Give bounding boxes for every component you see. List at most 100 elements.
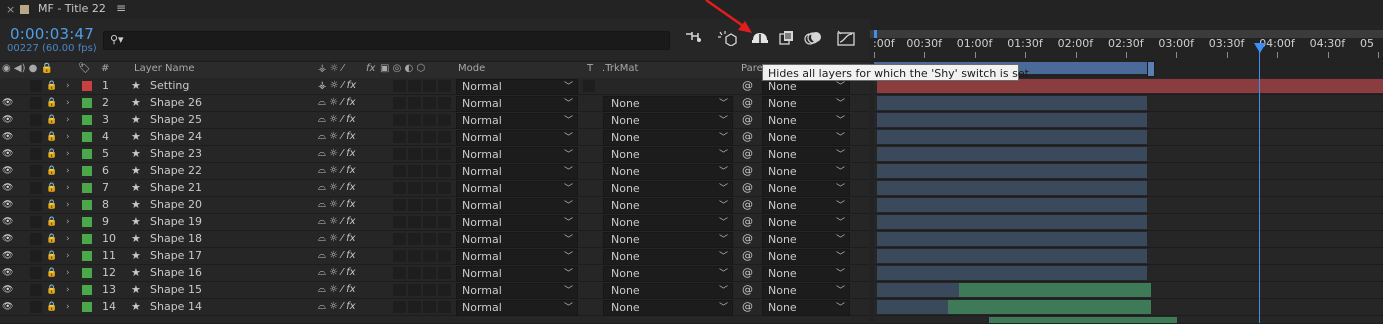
blend-mode-dropdown[interactable]: Normal ﹀ <box>456 232 578 248</box>
extra-switch[interactable] <box>438 97 451 109</box>
track-matte-dropdown[interactable]: None ﹀ <box>603 198 733 214</box>
adjustment-layer-switch[interactable] <box>408 165 421 177</box>
layer-label-color[interactable] <box>82 183 92 193</box>
layer-name-header[interactable]: Layer Name <box>134 63 195 74</box>
label-header-icon[interactable]: 🏷 <box>78 63 91 74</box>
layer-row[interactable]: 👁 🔒 › 5 ★ Shape 23 ⌓ ☼ ⁄ fx Normal ﹀ Non… <box>0 146 870 163</box>
layer-row[interactable]: 👁 🔒 › 12 ★ Shape 16 ⌓ ☼ ⁄ fx Normal ﹀ No… <box>0 265 870 282</box>
lock-icon[interactable]: 🔒 <box>46 248 57 264</box>
motion-blur-switch[interactable] <box>393 80 406 92</box>
extra-switch[interactable] <box>438 216 451 228</box>
expand-chevron-icon[interactable]: › <box>66 163 70 179</box>
blend-mode-dropdown[interactable]: Normal ﹀ <box>456 300 578 316</box>
parent-dropdown[interactable]: None ﹀ <box>762 198 850 214</box>
parent-pickwhip-icon[interactable]: @ <box>742 231 753 247</box>
track-matte-dropdown[interactable]: None ﹀ <box>603 232 733 248</box>
lock-icon[interactable]: 🔒 <box>46 146 57 162</box>
motion-blur-switch[interactable] <box>393 267 406 279</box>
3d-layer-switch[interactable] <box>423 80 436 92</box>
solo-switch[interactable] <box>30 97 42 109</box>
layer-duration-bar[interactable] <box>877 130 1147 144</box>
3d-layer-switch[interactable] <box>423 267 436 279</box>
preserve-transparency-header[interactable]: T <box>587 63 593 74</box>
solo-switch[interactable] <box>30 148 42 160</box>
adjustment-layer-switch[interactable] <box>408 114 421 126</box>
expand-chevron-icon[interactable]: › <box>66 197 70 213</box>
solo-switch[interactable] <box>30 114 42 126</box>
preserve-transparency-switch[interactable] <box>583 80 595 92</box>
expand-chevron-icon[interactable]: › <box>66 265 70 281</box>
blend-mode-dropdown[interactable]: Normal ﹀ <box>456 96 578 112</box>
layer-switches[interactable]: ⌓ ☼ ⁄ fx <box>318 248 356 264</box>
parent-pickwhip-icon[interactable]: @ <box>742 78 753 94</box>
track-matte-dropdown[interactable]: None ﹀ <box>603 215 733 231</box>
adjustment-layer-switch[interactable] <box>408 97 421 109</box>
current-time-indicator-line[interactable] <box>1259 47 1260 323</box>
visibility-eye-icon[interactable]: 👁 <box>2 214 13 230</box>
extra-switch[interactable] <box>438 131 451 143</box>
parent-dropdown[interactable]: None ﹀ <box>762 215 850 231</box>
adjustment-layer-switch[interactable] <box>408 182 421 194</box>
layer-switches[interactable]: ⌓ ☼ ⁄ fx <box>318 146 356 162</box>
layer-switches[interactable]: ⌓ ☼ ⁄ fx <box>318 282 356 298</box>
layer-duration-bar[interactable] <box>877 164 1147 178</box>
layer-row[interactable]: 👁 🔒 › 9 ★ Shape 19 ⌓ ☼ ⁄ fx Normal ﹀ Non… <box>0 214 870 231</box>
3d-layer-switch[interactable] <box>423 148 436 160</box>
extra-switch[interactable] <box>438 301 451 313</box>
lock-icon[interactable]: 🔒 <box>46 112 57 128</box>
parent-pickwhip-icon[interactable]: @ <box>742 197 753 213</box>
layer-name[interactable]: Shape 25 <box>150 112 202 128</box>
expand-chevron-icon[interactable]: › <box>66 282 70 298</box>
parent-dropdown[interactable]: None ﹀ <box>762 113 850 129</box>
layer-duration-bar[interactable] <box>877 113 1147 127</box>
track-matte-dropdown[interactable]: None ﹀ <box>603 249 733 265</box>
layer-row[interactable]: 👁 🔒 › 13 ★ Shape 15 ⌓ ☼ ⁄ fx Normal ﹀ No… <box>0 282 870 299</box>
solo-switch[interactable] <box>30 216 42 228</box>
layer-switches[interactable]: ⌓ ☼ ⁄ fx <box>318 112 356 128</box>
panel-menu-icon[interactable]: ≡ <box>116 1 126 15</box>
layer-duration-bar[interactable] <box>877 249 1147 263</box>
lock-icon[interactable]: 🔒 <box>46 78 57 94</box>
layer-label-color[interactable] <box>82 132 92 142</box>
layer-label-color[interactable] <box>82 200 92 210</box>
motion-blur-switch[interactable] <box>393 199 406 211</box>
3d-layer-switch[interactable] <box>423 233 436 245</box>
solo-switch[interactable] <box>30 199 42 211</box>
expand-chevron-icon[interactable]: › <box>66 180 70 196</box>
trkmat-header[interactable]: .TrkMat <box>602 63 638 74</box>
track-matte-dropdown[interactable]: None ﹀ <box>603 164 733 180</box>
current-time-display[interactable]: 0:00:03:47 <box>10 25 94 43</box>
lock-icon[interactable]: 🔒 <box>46 265 57 281</box>
3d-layer-switch[interactable] <box>423 301 436 313</box>
motion-blur-switch[interactable] <box>393 97 406 109</box>
layer-name[interactable]: Shape 22 <box>150 163 202 179</box>
layer-name[interactable]: Shape 16 <box>150 265 202 281</box>
parent-pickwhip-icon[interactable]: @ <box>742 265 753 281</box>
blend-mode-dropdown[interactable]: Normal ﹀ <box>456 198 578 214</box>
layer-duration-bar[interactable] <box>877 181 1147 195</box>
lock-icon[interactable]: 🔒 <box>46 214 57 230</box>
track-matte-dropdown[interactable]: None ﹀ <box>603 147 733 163</box>
parent-pickwhip-icon[interactable]: @ <box>742 112 753 128</box>
extra-switch[interactable] <box>438 250 451 262</box>
3d-layer-switch[interactable] <box>423 199 436 211</box>
parent-pickwhip-icon[interactable]: @ <box>742 129 753 145</box>
layer-name[interactable]: Shape 20 <box>150 197 202 213</box>
layer-duration-bar[interactable] <box>877 198 1147 212</box>
layer-row[interactable]: 👁 🔒 › 2 ★ Shape 26 ⌓ ☼ ⁄ fx Normal ﹀ Non… <box>0 95 870 112</box>
visibility-eye-icon[interactable]: 👁 <box>2 129 13 145</box>
layer-row[interactable]: 👁 🔒 › 4 ★ Shape 24 ⌓ ☼ ⁄ fx Normal ﹀ Non… <box>0 129 870 146</box>
layer-duration-bar[interactable] <box>877 232 1147 246</box>
expand-chevron-icon[interactable]: › <box>66 78 70 94</box>
solo-switch[interactable] <box>30 284 42 296</box>
track-matte-dropdown[interactable]: None ﹀ <box>603 113 733 129</box>
motion-blur-switch[interactable] <box>393 250 406 262</box>
solo-switch[interactable] <box>30 250 42 262</box>
layer-name[interactable]: Shape 17 <box>150 248 202 264</box>
expand-chevron-icon[interactable]: › <box>66 248 70 264</box>
visibility-eye-icon[interactable]: 👁 <box>2 163 13 179</box>
track-matte-dropdown[interactable]: None ﹀ <box>603 181 733 197</box>
3d-layer-switch[interactable] <box>423 216 436 228</box>
3d-layer-switch[interactable] <box>423 131 436 143</box>
layer-label-color[interactable] <box>82 149 92 159</box>
